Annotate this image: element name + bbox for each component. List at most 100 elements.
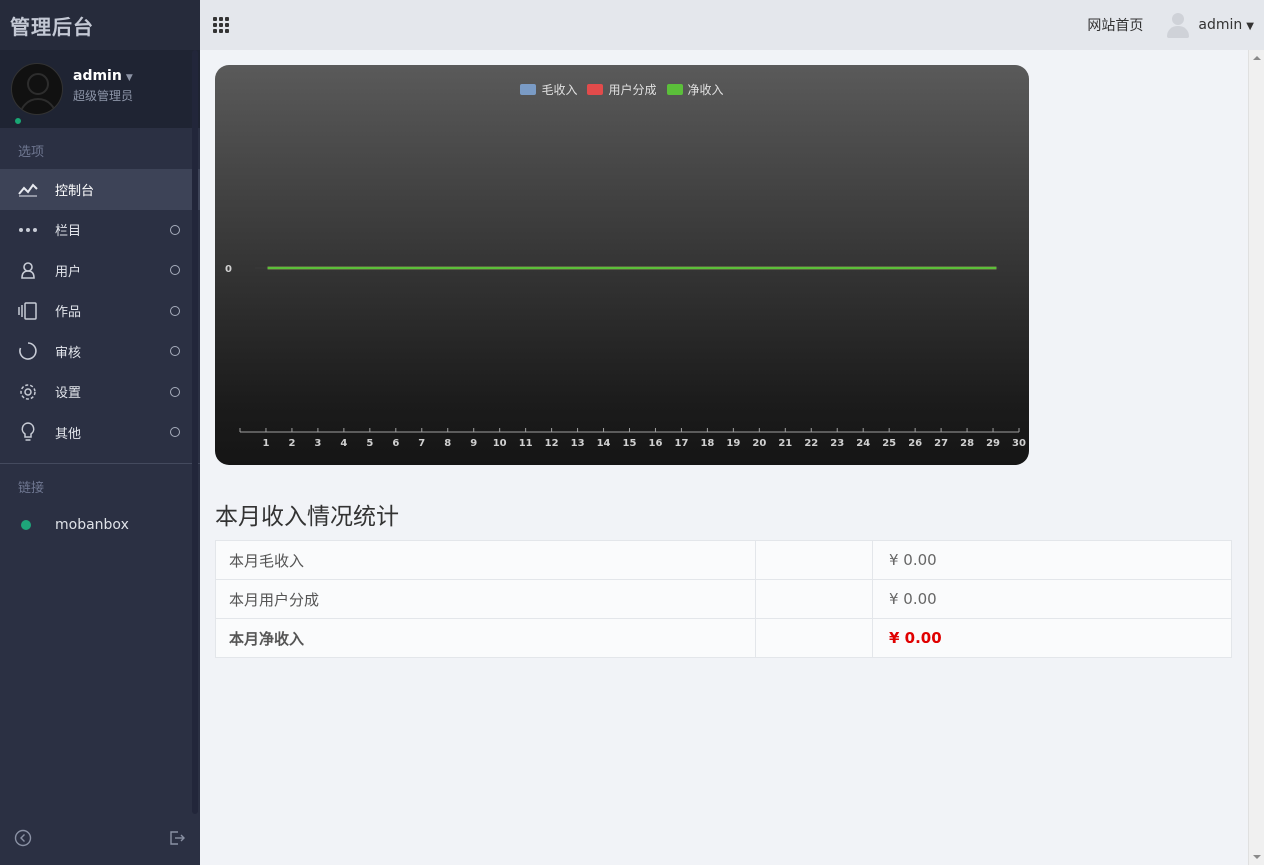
sidebar-link-label: mobanbox (55, 516, 129, 533)
sidebar-item-review[interactable]: 审核 (0, 331, 200, 372)
sidebar-item-other[interactable]: 其他 (0, 412, 200, 453)
site-home-link[interactable]: 网站首页 (1087, 15, 1143, 35)
more-dots-icon (17, 220, 39, 240)
copy-icon (17, 301, 39, 321)
row-value: ¥ 0.00 (872, 579, 1232, 619)
y-tick-label: 0 (225, 264, 232, 275)
row-label: 本月毛收入 (215, 540, 756, 580)
x-tick-label: 23 (830, 438, 844, 449)
x-tick-label: 13 (571, 438, 585, 449)
topbar: 网站首页 admin ▼ (200, 0, 1264, 50)
x-tick-label: 2 (288, 438, 295, 449)
sidebar-footer (0, 815, 200, 865)
logout-icon[interactable] (168, 829, 186, 851)
user-icon (17, 260, 39, 280)
x-tick-label: 15 (623, 438, 637, 449)
sidebar-item-users[interactable]: 用户 (0, 250, 200, 291)
x-tick-label: 3 (314, 438, 321, 449)
expand-circle-icon (170, 265, 180, 275)
sidebar-item-label: 控制台 (55, 183, 95, 199)
x-tick-label: 21 (778, 438, 792, 449)
sidebar-item-label: 用户 (55, 264, 82, 280)
sidebar-item-label: 其他 (55, 426, 82, 442)
x-tick-label: 10 (493, 438, 507, 449)
x-tick-label: 22 (804, 438, 818, 449)
x-tick-label: 16 (649, 438, 663, 449)
sidebar-item-works[interactable]: 作品 (0, 291, 200, 332)
x-tick-label: 28 (960, 438, 974, 449)
x-tick-label: 11 (519, 438, 533, 449)
expand-circle-icon (170, 427, 180, 437)
expand-circle-icon (170, 224, 180, 235)
sidebar-item-dashboard[interactable]: 控制台 (0, 169, 200, 210)
chart-canvas: 01 2 3 4 5 6 7 8 9 10 11 12 13 14 15 16 17 18 19 20 21 22 23 24… (225, 264, 1026, 449)
table-row: 本月净收入 ¥ 0.00 (215, 618, 1232, 658)
sidebar-item-settings[interactable]: 设置 (0, 372, 200, 413)
expand-circle-icon (170, 305, 180, 316)
avatar[interactable] (1167, 11, 1190, 39)
apps-grid-icon[interactable] (213, 17, 229, 33)
row-label: 本月净收入 (215, 618, 756, 658)
bulb-icon (17, 422, 39, 442)
row-label: 本月用户分成 (215, 579, 756, 619)
sidebar: 管理后台 admin ▼ 超级管理员 选项 控制台 栏目 用户 作品 审核 设置… (0, 0, 200, 865)
user-name[interactable]: admin ▼ (73, 68, 133, 84)
collapse-sidebar-icon[interactable] (14, 829, 32, 851)
sidebar-item-label: 设置 (55, 386, 82, 402)
brand-title: 管理后台 (10, 14, 94, 39)
table-row: 本月用户分成 ¥ 0.00 (215, 579, 1232, 619)
row-middle (755, 579, 873, 619)
avatar (11, 63, 63, 115)
x-tick-label: 12 (545, 438, 559, 449)
brand: 管理后台 (0, 0, 200, 50)
caret-down-icon: ▼ (125, 73, 133, 83)
scroll-down-icon[interactable] (1253, 855, 1261, 859)
line-chart-icon (17, 179, 39, 199)
nav-section-links: 链接 (18, 480, 45, 496)
sidebar-link-mobanbox[interactable]: mobanbox (0, 505, 200, 546)
scroll-up-icon[interactable] (1253, 56, 1261, 60)
income-chart: 毛收入 用户分成 净收入 0 1 2 3 4 5 6 7 8 9 10 11 12 13 14 15 16 17 18 1… (215, 65, 1029, 465)
sidebar-item-label: 作品 (55, 305, 82, 321)
x-tick-label: 27 (934, 438, 948, 449)
x-tick-label: 1 (262, 438, 269, 449)
caret-down-icon: ▼ (1246, 21, 1254, 32)
x-tick-label: 8 (444, 438, 451, 449)
x-tick-label: 30 (1012, 438, 1026, 449)
row-middle (755, 618, 873, 658)
link-dot-icon (21, 519, 31, 530)
sidebar-item-label: 栏目 (55, 224, 82, 240)
online-status-icon (13, 116, 23, 126)
row-value: ¥ 0.00 (872, 618, 1232, 658)
main-scrollbar[interactable] (1248, 50, 1264, 865)
user-menu[interactable]: admin ▼ (1198, 17, 1254, 33)
sidebar-item-label: 审核 (55, 345, 82, 361)
x-tick-label: 29 (986, 438, 1000, 449)
x-tick-label: 4 (340, 438, 347, 449)
row-middle (755, 540, 873, 580)
x-tick-label: 5 (366, 438, 373, 449)
x-tick-label: 25 (882, 438, 896, 449)
x-tick-label: 26 (908, 438, 922, 449)
x-tick-label: 9 (470, 438, 477, 449)
x-tick-label: 14 (597, 438, 611, 449)
x-tick-label: 19 (726, 438, 740, 449)
row-value: ¥ 0.00 (872, 540, 1232, 580)
x-tick-label: 7 (418, 438, 425, 449)
table-row: 本月毛收入 ¥ 0.00 (215, 540, 1232, 580)
x-tick-label: 6 (392, 438, 399, 449)
x-tick-label: 24 (856, 438, 870, 449)
expand-circle-icon (170, 346, 180, 356)
sidebar-scrollbar[interactable] (192, 50, 198, 814)
nav-section-options: 选项 (18, 145, 45, 160)
x-tick-label: 17 (674, 438, 688, 449)
user-panel[interactable]: admin ▼ 超级管理员 (0, 50, 200, 128)
page-title: 本月收入情况统计 (215, 504, 399, 530)
user-role: 超级管理员 (73, 89, 134, 103)
x-tick-label: 20 (752, 438, 766, 449)
x-tick-label: 18 (700, 438, 714, 449)
stats-table: 本月毛收入 ¥ 0.00 本月用户分成 ¥ 0.00 本月净收入 ¥ 0.00 (215, 540, 1232, 658)
gear-icon (17, 382, 39, 402)
loading-circle-icon (17, 341, 39, 361)
sidebar-item-columns[interactable]: 栏目 (0, 210, 200, 251)
